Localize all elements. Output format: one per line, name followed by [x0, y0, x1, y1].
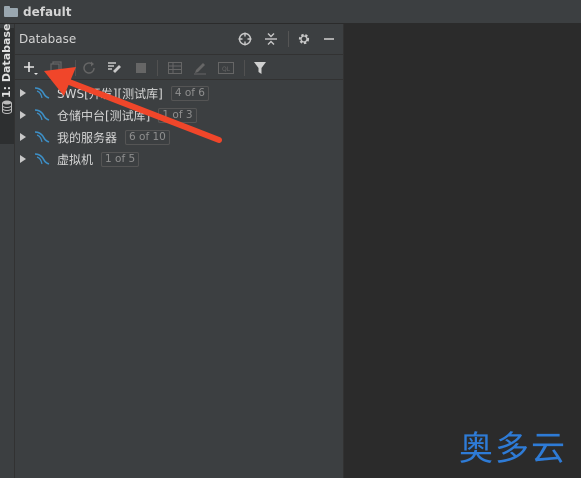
left-tool-strip: 1: Database	[0, 24, 15, 478]
mysql-leaf-icon	[34, 153, 50, 165]
database-tool-tab[interactable]: 1: Database	[0, 24, 14, 144]
editor-area: 奥多云	[344, 24, 581, 478]
mysql-leaf-icon	[34, 109, 50, 121]
refresh-icon[interactable]	[80, 59, 98, 77]
tree-item-label: 虚拟机	[57, 152, 94, 167]
watermark: 奥多云	[459, 429, 567, 469]
minimize-icon[interactable]	[321, 31, 337, 47]
expand-arrow-icon[interactable]	[20, 155, 26, 163]
panel-header: Database	[15, 24, 343, 54]
filter-icon[interactable]	[251, 59, 269, 77]
expand-arrow-icon[interactable]	[20, 111, 26, 119]
add-icon[interactable]	[22, 59, 40, 77]
tree-item[interactable]: 我的服务器 6 of 10	[15, 126, 343, 148]
toolbar-separator	[157, 60, 158, 76]
toolbar-separator	[244, 60, 245, 76]
header-separator	[288, 31, 289, 47]
toolbar-separator	[75, 60, 76, 76]
data-source-properties-icon[interactable]	[106, 59, 124, 77]
expand-arrow-icon[interactable]	[20, 133, 26, 141]
tree-item[interactable]: 仓储中台[测试库] 1 of 3	[15, 104, 343, 126]
svg-text:QL: QL	[222, 66, 231, 73]
table-icon[interactable]	[166, 59, 184, 77]
mysql-leaf-icon	[34, 131, 50, 143]
edit-icon[interactable]	[191, 59, 209, 77]
tree-item[interactable]: 虚拟机 1 of 5	[15, 148, 343, 170]
data-source-tree: SWS[开发][测试库] 4 of 6 仓储中台[测试库] 1 of 3 我的服…	[15, 82, 343, 170]
crosshair-icon[interactable]	[237, 31, 253, 47]
tree-item[interactable]: SWS[开发][测试库] 4 of 6	[15, 82, 343, 104]
database-tool-tab-label: 1: Database	[0, 23, 13, 98]
database-panel: Database QL SWS[开发][测试库] 4 of 6 仓储中台[测试库…	[15, 24, 344, 478]
tree-item-label: 仓储中台[测试库]	[57, 108, 151, 123]
window-titlebar: default	[0, 0, 581, 24]
tree-item-badge: 1 of 5	[101, 151, 140, 167]
copy-icon[interactable]	[47, 59, 65, 77]
folder-icon	[4, 6, 18, 17]
tree-item-label: SWS[开发][测试库]	[57, 86, 163, 101]
stop-icon[interactable]	[132, 59, 150, 77]
tree-item-badge: 4 of 6	[170, 85, 209, 101]
tree-item-badge: 1 of 3	[158, 107, 197, 123]
mysql-leaf-icon	[34, 87, 50, 99]
expand-arrow-icon[interactable]	[20, 89, 26, 97]
gear-icon[interactable]	[296, 31, 312, 47]
console-icon[interactable]: QL	[217, 59, 235, 77]
panel-toolbar: QL	[15, 54, 343, 80]
panel-title: Database	[19, 32, 77, 46]
tree-item-label: 我的服务器	[57, 130, 118, 145]
collapse-all-icon[interactable]	[263, 31, 279, 47]
window-title: default	[23, 4, 72, 19]
tree-item-badge: 6 of 10	[125, 129, 170, 145]
database-icon	[2, 100, 12, 114]
